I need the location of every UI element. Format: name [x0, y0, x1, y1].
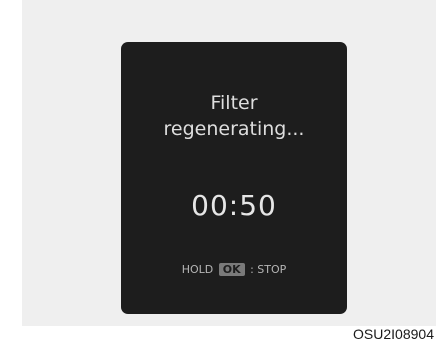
stop-hint: HOLD OK : STOP [121, 263, 347, 277]
hint-prefix: HOLD [181, 263, 214, 276]
status-message: Filter regenerating... [121, 90, 347, 142]
status-line-1: Filter [210, 92, 258, 114]
hint-suffix: : STOP [250, 263, 287, 276]
countdown-timer: 00:50 [191, 189, 277, 222]
status-line-2: regenerating... [163, 118, 305, 140]
cluster-display: Filter regenerating... 00:50 HOLD OK : S… [121, 42, 347, 314]
figure-code: OSU2I08904 [353, 326, 434, 342]
ok-key-label: OK [218, 263, 245, 276]
